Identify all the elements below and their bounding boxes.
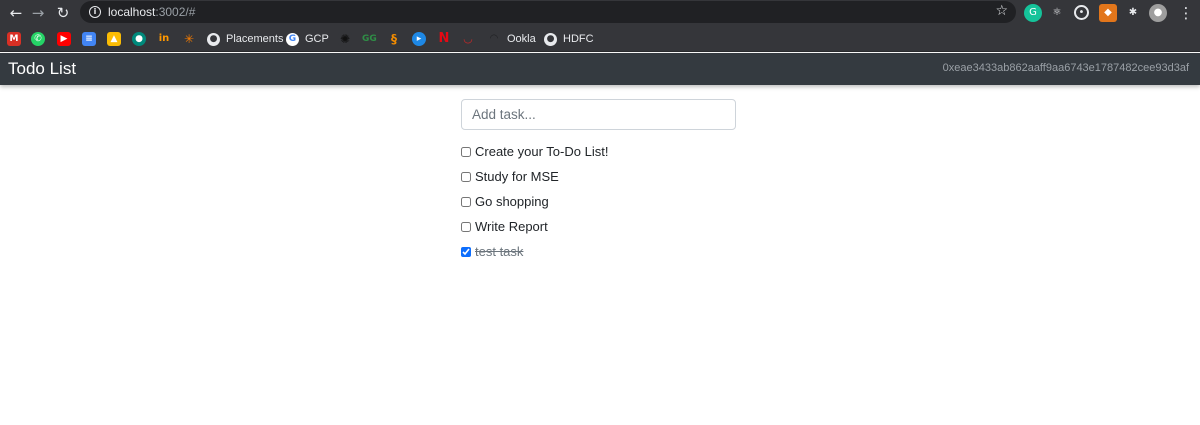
app-brand[interactable]: Todo List <box>8 59 76 79</box>
whatsapp-icon: ✆ <box>31 32 45 46</box>
task-label: Write Report <box>475 219 548 234</box>
task-item: Study for MSE <box>461 164 608 189</box>
bookmark-play[interactable]: ▸ <box>412 30 426 48</box>
forward-arrow-icon[interactable]: → <box>28 3 48 23</box>
bookmark-invision[interactable]: in <box>157 30 171 48</box>
task-checkbox[interactable] <box>461 171 471 182</box>
bookmark-docs[interactable]: ≡ <box>82 30 96 48</box>
task-label: Go shopping <box>475 194 549 209</box>
url-path: :3002/# <box>155 5 196 19</box>
sparkle-icon: ✳ <box>183 32 195 46</box>
task-checkbox[interactable] <box>461 146 471 157</box>
url-host: localhost <box>108 5 156 19</box>
bookmark-gcp[interactable]: G GCP <box>286 30 329 48</box>
bookmark-gfg[interactable]: GG <box>362 30 377 48</box>
profile-avatar[interactable]: ● <box>1149 4 1167 22</box>
docs-icon: ≡ <box>82 32 96 46</box>
bookmark-whatsapp[interactable]: ✆ <box>31 30 45 48</box>
bookmark-label: HDFC <box>563 33 594 45</box>
google-icon: G <box>286 32 299 46</box>
url-text: localhost:3002/# <box>108 5 195 19</box>
bookmark-hdfc[interactable]: ● HDFC <box>544 30 594 48</box>
youtube-icon: ▶ <box>57 32 71 46</box>
bookmark-label: Placements <box>226 33 284 45</box>
bookmark-netflix[interactable]: N <box>437 30 451 48</box>
task-label: Create your To-Do List! <box>475 144 609 159</box>
account-address: 0xeae3433ab862aaff9aa6743e1787482cee93d3… <box>942 62 1189 74</box>
site-info-icon[interactable]: i <box>89 6 101 18</box>
bookmark-gauge[interactable]: ◡ <box>461 30 475 48</box>
extensions-puzzle-icon[interactable]: ✱ <box>1124 4 1142 22</box>
bookmark-drive[interactable]: ▲ <box>107 30 121 48</box>
bookmark-youtube[interactable]: ▶ <box>57 30 71 48</box>
target-extension-icon[interactable]: • <box>1074 5 1089 20</box>
bookmark-gmail[interactable]: M <box>7 30 21 48</box>
task-item: test task <box>461 239 608 264</box>
back-arrow-icon[interactable]: ← <box>6 3 26 23</box>
grammarly-icon[interactable]: G <box>1024 4 1042 22</box>
gmail-icon: M <box>7 32 21 46</box>
task-list: Create your To-Do List! Study for MSE Go s… <box>461 139 608 264</box>
gfg-icon: GG <box>362 34 377 44</box>
bookmark-ookla[interactable]: ◠ Ookla <box>487 30 536 48</box>
browser-toolbar: ← → ↻ i localhost:3002/# ☆ G ⚛ • ◆ ✱ ● ⋮ <box>0 0 1200 26</box>
bookmark-code[interactable]: § <box>387 30 401 48</box>
globe-icon: ● <box>207 32 220 46</box>
play-icon: ▸ <box>412 32 426 46</box>
bug-icon: ✺ <box>338 32 352 46</box>
task-item: Create your To-Do List! <box>461 139 608 164</box>
bookmark-meet[interactable]: ● <box>132 30 146 48</box>
meet-icon: ● <box>132 32 146 46</box>
address-bar[interactable]: i localhost:3002/# ☆ <box>80 1 1016 23</box>
menu-kebab-icon[interactable]: ⋮ <box>1176 3 1196 23</box>
bookmark-label: GCP <box>305 33 329 45</box>
task-checkbox[interactable] <box>461 221 471 232</box>
app-navbar: Todo List 0xeae3433ab862aaff9aa6743e1787… <box>0 53 1200 85</box>
bookmark-label: Ookla <box>507 33 536 45</box>
task-label: Study for MSE <box>475 169 559 184</box>
task-item: Write Report <box>461 214 608 239</box>
add-task-input[interactable] <box>461 99 736 130</box>
bookmark-star-icon[interactable]: ☆ <box>995 3 1008 19</box>
task-label: test task <box>475 244 524 259</box>
bookmarks-bar: M ✆ ▶ ≡ ▲ ● in ✳ ● Placements G GCP ✺ GG §… <box>0 26 1200 52</box>
task-item: Go shopping <box>461 189 608 214</box>
code-icon: § <box>391 32 397 46</box>
bookmark-placements[interactable]: ● Placements <box>207 30 283 48</box>
metamask-icon[interactable]: ◆ <box>1099 4 1117 22</box>
netflix-icon: N <box>438 31 450 46</box>
task-checkbox[interactable] <box>461 196 471 207</box>
reload-icon[interactable]: ↻ <box>53 3 73 23</box>
gauge-icon: ◡ <box>463 32 473 45</box>
task-checkbox[interactable] <box>461 246 471 257</box>
react-devtools-icon[interactable]: ⚛ <box>1048 4 1066 22</box>
bookmark-bug[interactable]: ✺ <box>338 30 352 48</box>
bookmark-sparkle[interactable]: ✳ <box>182 30 196 48</box>
ookla-icon: ◠ <box>490 33 498 44</box>
invision-icon: in <box>158 33 170 44</box>
drive-icon: ▲ <box>107 32 121 46</box>
globe-icon: ● <box>544 32 557 46</box>
